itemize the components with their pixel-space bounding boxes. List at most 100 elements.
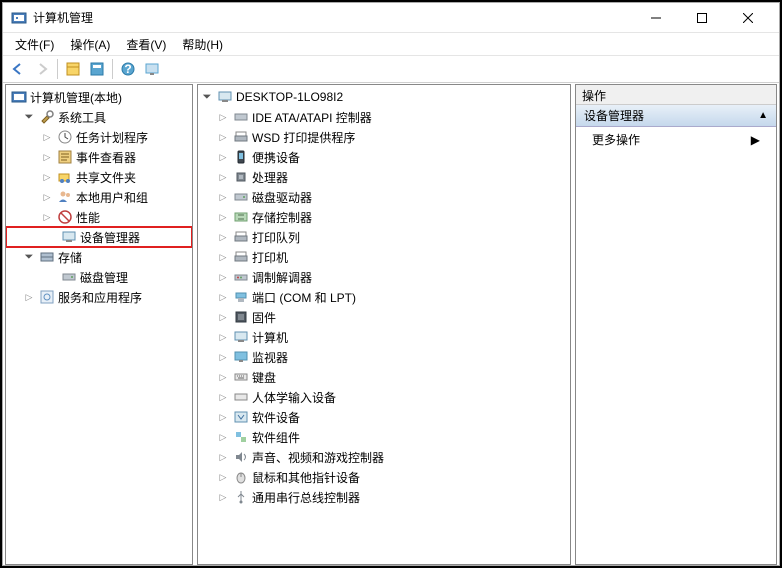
port-icon [233,289,249,305]
device-portable[interactable]: 便携设备 [198,147,570,167]
tree-label: 人体学输入设备 [252,389,336,406]
expander-icon[interactable] [216,250,230,264]
expander-icon[interactable] [216,230,230,244]
services-icon [39,289,55,305]
maximize-button[interactable] [679,3,725,33]
device-printers[interactable]: 打印机 [198,247,570,267]
expander-icon[interactable] [216,430,230,444]
expander-icon[interactable] [216,170,230,184]
expander-icon[interactable] [216,410,230,424]
expander-icon[interactable] [40,130,54,144]
show-hide-button[interactable] [62,58,84,80]
storage-controller-icon [233,209,249,225]
expander-icon[interactable] [216,450,230,464]
expander-icon[interactable] [40,210,54,224]
expander-icon[interactable] [216,210,230,224]
expander-icon[interactable] [40,150,54,164]
device-hid[interactable]: 人体学输入设备 [198,387,570,407]
tools-icon [39,109,55,125]
device-disk-drives[interactable]: 磁盘驱动器 [198,187,570,207]
expander-icon[interactable] [40,190,54,204]
expander-icon[interactable] [216,190,230,204]
tree-storage[interactable]: 存储 [6,247,192,267]
help-button[interactable]: ? [117,58,139,80]
actions-panel: 操作 设备管理器 ▲ 更多操作 ▶ [575,84,777,565]
device-keyboard[interactable]: 键盘 [198,367,570,387]
menu-file[interactable]: 文件(F) [7,34,62,55]
device-ide[interactable]: IDE ATA/ATAPI 控制器 [198,107,570,127]
expander-icon[interactable] [216,330,230,344]
properties-button[interactable] [86,58,108,80]
expander-icon[interactable] [216,490,230,504]
device-sound[interactable]: 声音、视频和游戏控制器 [198,447,570,467]
tree-task-scheduler[interactable]: 任务计划程序 [6,127,192,147]
menubar: 文件(F) 操作(A) 查看(V) 帮助(H) [3,33,779,55]
clock-icon [57,129,73,145]
minimize-button[interactable] [633,3,679,33]
device-firmware[interactable]: 固件 [198,307,570,327]
device-software-comp[interactable]: 软件组件 [198,427,570,447]
device-computer[interactable]: 计算机 [198,327,570,347]
tree-performance[interactable]: 性能 [6,207,192,227]
forward-button[interactable] [31,58,53,80]
expander-icon[interactable] [216,270,230,284]
tree-root-computer-mgmt[interactable]: 计算机管理(本地) [6,87,192,107]
expander-icon[interactable] [216,150,230,164]
tree-system-tools[interactable]: 系统工具 [6,107,192,127]
tree-label: 便携设备 [252,149,300,166]
expander-icon[interactable] [216,310,230,324]
more-actions-item[interactable]: 更多操作 ▶ [576,127,776,152]
actions-subheader[interactable]: 设备管理器 ▲ [576,105,776,127]
expander-icon[interactable] [216,470,230,484]
expander-icon[interactable] [216,130,230,144]
expander-icon[interactable] [216,350,230,364]
device-modem[interactable]: 调制解调器 [198,267,570,287]
device-tree: DESKTOP-1LO98I2 IDE ATA/ATAPI 控制器 WSD 打印… [198,85,570,509]
expander-icon[interactable] [216,390,230,404]
expander-icon[interactable] [22,110,36,124]
disk-icon [61,269,77,285]
expander-icon[interactable] [22,250,36,264]
menu-help[interactable]: 帮助(H) [174,34,231,55]
tree-label: 存储控制器 [252,209,312,226]
computer-icon [233,329,249,345]
window: 计算机管理 文件(F) 操作(A) 查看(V) 帮助(H) ? 计算机管理(本地… [2,2,780,566]
toolbar-separator [57,59,58,79]
device-monitor[interactable]: 监视器 [198,347,570,367]
device-root[interactable]: DESKTOP-1LO98I2 [198,87,570,107]
toolbar: ? [3,55,779,83]
device-storage-ctrl[interactable]: 存储控制器 [198,207,570,227]
expander-icon[interactable] [216,110,230,124]
expander-icon[interactable] [40,170,54,184]
device-software-dev[interactable]: 软件设备 [198,407,570,427]
window-title: 计算机管理 [33,9,633,26]
expander-icon[interactable] [22,290,36,304]
tree-label: 服务和应用程序 [58,289,142,306]
expander-icon[interactable] [200,90,214,104]
actions-subheader-label: 设备管理器 [584,107,644,124]
tree-shared-folders[interactable]: 共享文件夹 [6,167,192,187]
tree-disk-management[interactable]: 磁盘管理 [6,267,192,287]
tree-device-manager[interactable]: 设备管理器 [6,227,192,247]
device-print-queue[interactable]: 打印队列 [198,227,570,247]
tree-event-viewer[interactable]: 事件查看器 [6,147,192,167]
expander-icon[interactable] [216,290,230,304]
device-cpu[interactable]: 处理器 [198,167,570,187]
device-mouse[interactable]: 鼠标和其他指针设备 [198,467,570,487]
expander-icon[interactable] [216,370,230,384]
back-button[interactable] [7,58,29,80]
mouse-icon [233,469,249,485]
keyboard-icon [233,369,249,385]
refresh-button[interactable] [141,58,163,80]
menu-view[interactable]: 查看(V) [118,34,174,55]
menu-action[interactable]: 操作(A) [62,34,118,55]
device-usb[interactable]: 通用串行总线控制器 [198,487,570,507]
tree-label: 键盘 [252,369,276,386]
app-icon [11,10,27,26]
computer-mgmt-icon [11,89,27,105]
device-ports[interactable]: 端口 (COM 和 LPT) [198,287,570,307]
close-button[interactable] [725,3,771,33]
device-wsd[interactable]: WSD 打印提供程序 [198,127,570,147]
tree-services-apps[interactable]: 服务和应用程序 [6,287,192,307]
tree-local-users[interactable]: 本地用户和组 [6,187,192,207]
